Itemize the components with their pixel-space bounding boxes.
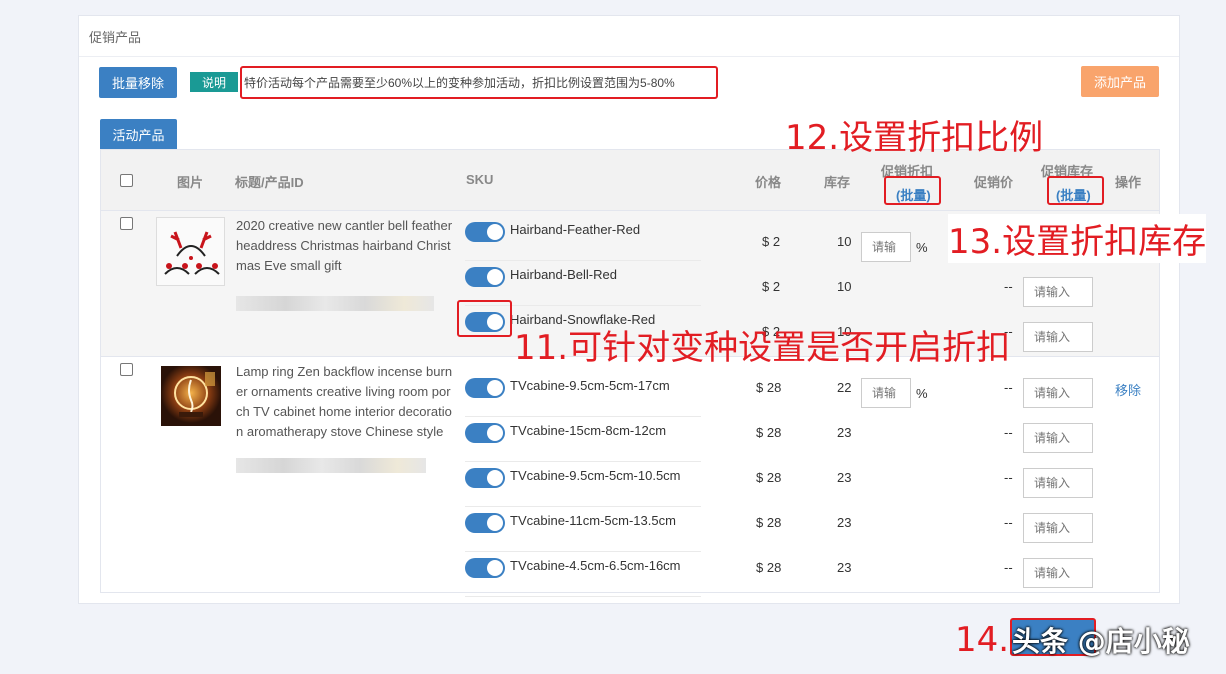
promo-stock-input[interactable] [1023,423,1093,453]
promo-price: -- [1004,560,1013,575]
promo-stock-input[interactable] [1023,558,1093,588]
sku-stock: 23 [837,515,852,530]
sku-price: $ 28 [756,380,782,395]
sku-row: Hairband-Feather-Red [465,216,701,261]
divider [79,56,1179,57]
header-image: 图片 [177,175,204,190]
select-all-checkbox[interactable] [120,174,133,187]
sku-discount-toggle[interactable] [465,267,505,287]
sku-name: Hairband-Feather-Red [510,222,641,237]
header-sku: SKU [466,172,494,187]
header-promo-price: 促销价 [974,175,1014,190]
toggle-highlight [457,300,512,337]
sku-name: TVcabine-11cm-5cm-13.5cm [510,513,676,528]
sku-discount-toggle[interactable] [465,222,505,242]
sku-price: $ 2 [762,279,781,294]
annotation-12: 12.设置折扣比例 [785,118,1044,158]
hairband-image-icon [157,218,224,285]
sku-discount-toggle[interactable] [465,378,505,398]
promo-stock-input[interactable] [1023,378,1093,408]
sku-row: TVcabine-15cm-8cm-12cm [465,417,701,462]
note-badge: 说明 [190,72,238,92]
sku-name: Hairband-Bell-Red [510,267,617,282]
promo-products-panel: 促销产品 批量移除 说明 特价活动每个产品需要至少60%以上的变种参加活动，折扣… [78,15,1180,604]
header-action: 操作 [1115,175,1142,190]
sku-name: TVcabine-15cm-8cm-12cm [510,423,667,438]
row-checkbox[interactable] [120,363,133,376]
note-highlight-box [240,66,718,99]
promo-price: -- [1004,470,1013,485]
batch-remove-button[interactable]: 批量移除 [99,67,177,98]
sku-stock: 10 [837,279,852,294]
product-image[interactable] [161,366,221,426]
incense-burner-image-icon [161,366,221,426]
sku-discount-toggle[interactable] [465,513,505,533]
promo-price: -- [1004,380,1013,395]
promo-price: -- [1004,279,1013,294]
sku-price: $ 2 [762,234,781,249]
sku-stock: 23 [837,425,852,440]
promo-stock-input[interactable] [1023,513,1093,543]
product-image[interactable] [156,217,225,286]
product-title: Lamp ring Zen backflow incense burner or… [236,364,453,439]
annotation-11: 11.可针对变种设置是否开启折扣 [514,328,1011,368]
header-stock: 库存 [824,175,851,190]
promo-stock-batch-highlight [1047,176,1104,205]
sku-stock: 22 [837,380,852,395]
sku-discount-toggle[interactable] [465,558,505,578]
promo-stock-input[interactable] [1023,277,1093,307]
sku-stock: 23 [837,470,852,485]
sku-row: TVcabine-9.5cm-5cm-17cm [465,372,701,417]
sku-discount-toggle[interactable] [465,423,505,443]
header-title: 标题/产品ID [235,175,304,190]
discount-input[interactable] [861,232,911,262]
product-title: 2020 creative new cantler bell feather h… [236,218,453,273]
sku-price: $ 28 [756,560,782,575]
promo-price: -- [1004,515,1013,530]
sku-stock: 23 [837,560,852,575]
sku-price: $ 28 [756,425,782,440]
sku-row: TVcabine-4.5cm-6.5cm-16cm [465,552,701,597]
sku-name: TVcabine-4.5cm-6.5cm-16cm [510,558,681,573]
add-product-button[interactable]: 添加产品 [1081,66,1159,97]
annotation-13: 13.设置折扣库存 [948,214,1207,263]
promo-stock-input[interactable] [1023,468,1093,498]
sku-row: TVcabine-9.5cm-5cm-10.5cm [465,462,701,507]
product-id-blurred [236,458,426,473]
percent-sign: % [916,240,928,255]
promo-price: -- [1004,425,1013,440]
discount-input[interactable] [861,378,911,408]
sku-discount-toggle[interactable] [465,468,505,488]
sku-row: TVcabine-11cm-5cm-13.5cm [465,507,701,552]
sku-name: TVcabine-9.5cm-5cm-10.5cm [510,468,681,483]
discount-batch-highlight [884,176,941,205]
panel-title: 促销产品 [89,30,142,45]
sku-price: $ 28 [756,515,782,530]
remove-link[interactable]: 移除 [1115,380,1141,399]
annotation-14: 14. [955,620,1010,660]
sku-price: $ 28 [756,470,782,485]
sku-name: TVcabine-9.5cm-5cm-17cm [510,378,670,393]
header-price: 价格 [755,175,782,190]
percent-sign: % [916,386,928,401]
promo-stock-input[interactable] [1023,322,1093,352]
row-checkbox[interactable] [120,217,133,230]
tab-active-products[interactable]: 活动产品 [100,119,177,150]
sku-stock: 10 [837,234,852,249]
product-id-blurred [236,296,434,311]
table-header: 图片 标题/产品ID SKU 价格 库存 促销折扣 (批量) 促销价 促销库存 … [101,150,1159,211]
watermark: 头条 @店小秘 [1012,625,1190,658]
